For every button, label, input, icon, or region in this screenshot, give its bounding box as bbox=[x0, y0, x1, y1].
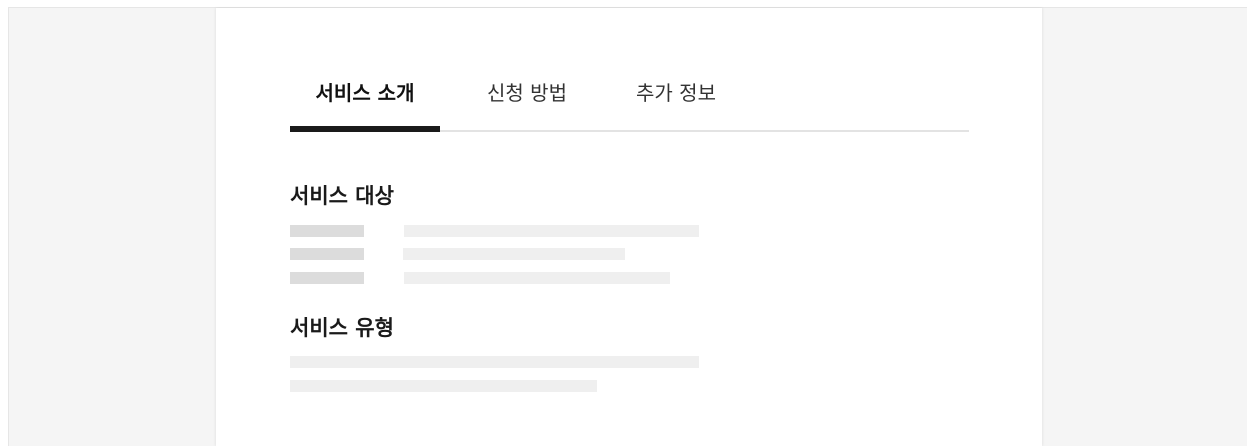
skeleton-line-2 bbox=[290, 380, 597, 392]
skeleton-label-3 bbox=[290, 272, 364, 284]
section-title-service-target: 서비스 대상 bbox=[290, 184, 394, 208]
section-title-service-type: 서비스 유형 bbox=[290, 316, 394, 340]
skeleton-line-1 bbox=[290, 356, 699, 368]
skeleton-value-3 bbox=[404, 272, 670, 284]
skeleton-label-1 bbox=[290, 225, 364, 237]
skeleton-value-2 bbox=[403, 248, 625, 260]
content-panel: 서비스 소개 신청 방법 추가 정보 서비스 대상 서비스 유형 bbox=[216, 8, 1042, 446]
active-tab-indicator bbox=[290, 126, 440, 132]
skeleton-value-1 bbox=[404, 225, 699, 237]
tab-bar: 서비스 소개 신청 방법 추가 정보 bbox=[290, 68, 969, 132]
tab-additional-info[interactable]: 추가 정보 bbox=[614, 68, 738, 130]
tab-how-to-apply[interactable]: 신청 방법 bbox=[440, 68, 614, 130]
tab-service-intro[interactable]: 서비스 소개 bbox=[290, 68, 440, 130]
skeleton-label-2 bbox=[290, 248, 364, 260]
